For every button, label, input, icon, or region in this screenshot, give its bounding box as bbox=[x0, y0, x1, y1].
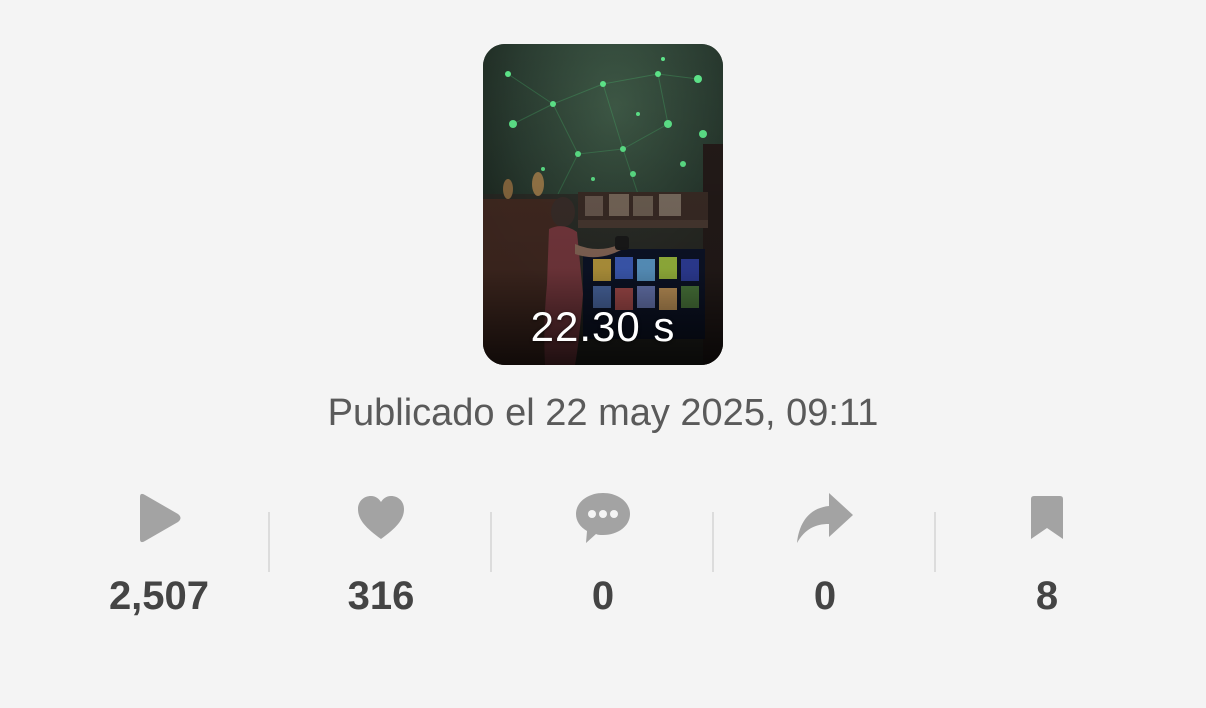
stat-comments: 0 bbox=[492, 486, 714, 626]
stat-saves: 8 bbox=[936, 486, 1158, 626]
bookmark-icon bbox=[1028, 486, 1066, 550]
play-icon bbox=[134, 486, 184, 550]
video-analytics-screen: 22.30 s Publicado el 22 may 2025, 09:11 … bbox=[0, 0, 1206, 708]
video-thumbnail[interactable]: 22.30 s bbox=[483, 44, 723, 365]
views-count: 2,507 bbox=[108, 574, 210, 618]
comments-count: 0 bbox=[591, 574, 615, 618]
stat-likes: 316 bbox=[270, 486, 492, 626]
likes-count: 316 bbox=[347, 574, 415, 618]
stats-row: 2,507 316 0 0 8 bbox=[48, 486, 1158, 626]
published-date: Publicado el 22 may 2025, 09:11 bbox=[327, 392, 879, 434]
saves-count: 8 bbox=[1035, 574, 1059, 618]
heart-icon bbox=[356, 486, 406, 550]
shares-count: 0 bbox=[813, 574, 837, 618]
stat-shares: 0 bbox=[714, 486, 936, 626]
comment-icon bbox=[574, 486, 632, 550]
share-icon bbox=[795, 486, 855, 550]
video-duration: 22.30 s bbox=[530, 303, 676, 350]
stat-views: 2,507 bbox=[48, 486, 270, 626]
